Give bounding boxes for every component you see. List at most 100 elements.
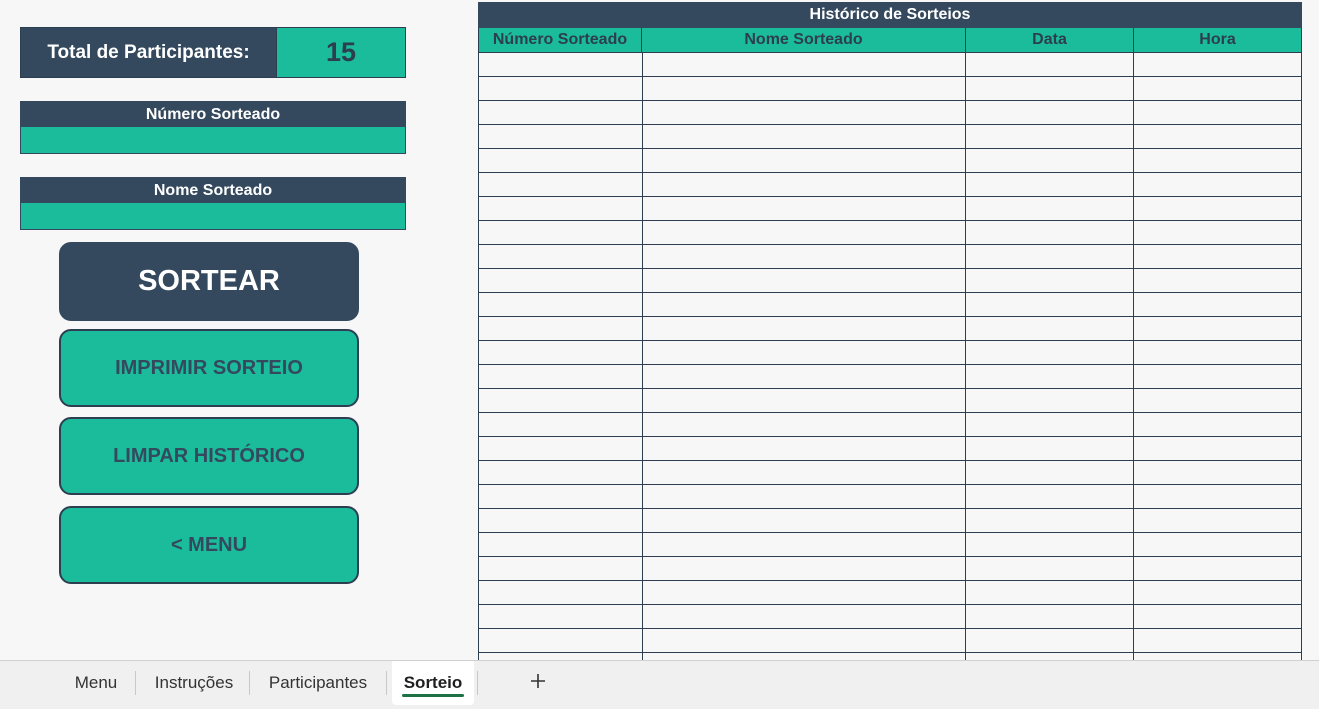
- cell-date[interactable]: [966, 557, 1135, 581]
- cell-time[interactable]: [1134, 149, 1302, 173]
- cell-date[interactable]: [966, 125, 1135, 149]
- cell-name[interactable]: [642, 389, 967, 413]
- cell-date[interactable]: [966, 533, 1135, 557]
- cell-name[interactable]: [642, 245, 967, 269]
- cell-date[interactable]: [966, 413, 1135, 437]
- cell-date[interactable]: [966, 173, 1135, 197]
- cell-number[interactable]: [479, 581, 643, 605]
- cell-date[interactable]: [966, 269, 1135, 293]
- cell-date[interactable]: [966, 221, 1135, 245]
- cell-name[interactable]: [642, 581, 967, 605]
- cell-time[interactable]: [1134, 101, 1302, 125]
- cell-time[interactable]: [1134, 581, 1302, 605]
- cell-time[interactable]: [1134, 173, 1302, 197]
- cell-number[interactable]: [479, 173, 643, 197]
- sheet-tab-instrucoes[interactable]: Instruções: [140, 661, 248, 705]
- cell-time[interactable]: [1134, 605, 1302, 629]
- cell-name[interactable]: [642, 221, 967, 245]
- cell-name[interactable]: [642, 509, 967, 533]
- cell-time[interactable]: [1134, 197, 1302, 221]
- cell-name[interactable]: [642, 629, 967, 653]
- cell-time[interactable]: [1134, 317, 1302, 341]
- cell-number[interactable]: [479, 509, 643, 533]
- cell-date[interactable]: [966, 461, 1135, 485]
- cell-date[interactable]: [966, 389, 1135, 413]
- cell-date[interactable]: [966, 485, 1135, 509]
- cell-number[interactable]: [479, 389, 643, 413]
- cell-number[interactable]: [479, 533, 643, 557]
- cell-number[interactable]: [479, 485, 643, 509]
- cell-name[interactable]: [642, 125, 967, 149]
- cell-date[interactable]: [966, 509, 1135, 533]
- cell-name[interactable]: [642, 77, 967, 101]
- cell-name[interactable]: [642, 317, 967, 341]
- cell-date[interactable]: [966, 629, 1135, 653]
- cell-number[interactable]: [479, 293, 643, 317]
- cell-number[interactable]: [479, 53, 643, 77]
- cell-name[interactable]: [642, 437, 967, 461]
- cell-time[interactable]: [1134, 461, 1302, 485]
- cell-name[interactable]: [642, 605, 967, 629]
- cell-number[interactable]: [479, 149, 643, 173]
- cell-date[interactable]: [966, 605, 1135, 629]
- cell-name[interactable]: [642, 485, 967, 509]
- cell-date[interactable]: [966, 317, 1135, 341]
- cell-number[interactable]: [479, 197, 643, 221]
- cell-time[interactable]: [1134, 629, 1302, 653]
- cell-name[interactable]: [642, 557, 967, 581]
- cell-number[interactable]: [479, 413, 643, 437]
- cell-name[interactable]: [642, 101, 967, 125]
- sheet-tab-participantes[interactable]: Participantes: [254, 661, 382, 705]
- cell-time[interactable]: [1134, 221, 1302, 245]
- cell-number[interactable]: [479, 437, 643, 461]
- cell-date[interactable]: [966, 77, 1135, 101]
- cell-time[interactable]: [1134, 77, 1302, 101]
- cell-name[interactable]: [642, 341, 967, 365]
- cell-number[interactable]: [479, 605, 643, 629]
- cell-name[interactable]: [642, 197, 967, 221]
- cell-time[interactable]: [1134, 413, 1302, 437]
- back-to-menu-button[interactable]: < MENU: [59, 506, 359, 584]
- cell-date[interactable]: [966, 53, 1135, 77]
- cell-date[interactable]: [966, 293, 1135, 317]
- cell-time[interactable]: [1134, 509, 1302, 533]
- cell-name[interactable]: [642, 269, 967, 293]
- cell-time[interactable]: [1134, 437, 1302, 461]
- cell-date[interactable]: [966, 581, 1135, 605]
- cell-date[interactable]: [966, 149, 1135, 173]
- cell-number[interactable]: [479, 125, 643, 149]
- cell-time[interactable]: [1134, 245, 1302, 269]
- cell-date[interactable]: [966, 101, 1135, 125]
- cell-name[interactable]: [642, 413, 967, 437]
- cell-number[interactable]: [479, 101, 643, 125]
- cell-name[interactable]: [642, 293, 967, 317]
- cell-time[interactable]: [1134, 557, 1302, 581]
- drawn-name-value[interactable]: [21, 203, 405, 229]
- cell-number[interactable]: [479, 557, 643, 581]
- drawn-number-value[interactable]: [21, 127, 405, 153]
- cell-date[interactable]: [966, 341, 1135, 365]
- cell-name[interactable]: [642, 461, 967, 485]
- cell-number[interactable]: [479, 221, 643, 245]
- cell-number[interactable]: [479, 341, 643, 365]
- sheet-tab-sorteio[interactable]: Sorteio: [392, 661, 474, 705]
- cell-name[interactable]: [642, 173, 967, 197]
- cell-date[interactable]: [966, 365, 1135, 389]
- cell-time[interactable]: [1134, 293, 1302, 317]
- cell-time[interactable]: [1134, 269, 1302, 293]
- cell-number[interactable]: [479, 365, 643, 389]
- cell-name[interactable]: [642, 365, 967, 389]
- cell-time[interactable]: [1134, 125, 1302, 149]
- cell-number[interactable]: [479, 269, 643, 293]
- cell-time[interactable]: [1134, 365, 1302, 389]
- cell-number[interactable]: [479, 461, 643, 485]
- cell-number[interactable]: [479, 77, 643, 101]
- cell-number[interactable]: [479, 629, 643, 653]
- print-draw-button[interactable]: IMPRIMIR SORTEIO: [59, 329, 359, 407]
- cell-time[interactable]: [1134, 341, 1302, 365]
- cell-name[interactable]: [642, 533, 967, 557]
- cell-time[interactable]: [1134, 485, 1302, 509]
- sheet-tab-menu[interactable]: Menu: [58, 661, 134, 705]
- cell-date[interactable]: [966, 437, 1135, 461]
- cell-time[interactable]: [1134, 389, 1302, 413]
